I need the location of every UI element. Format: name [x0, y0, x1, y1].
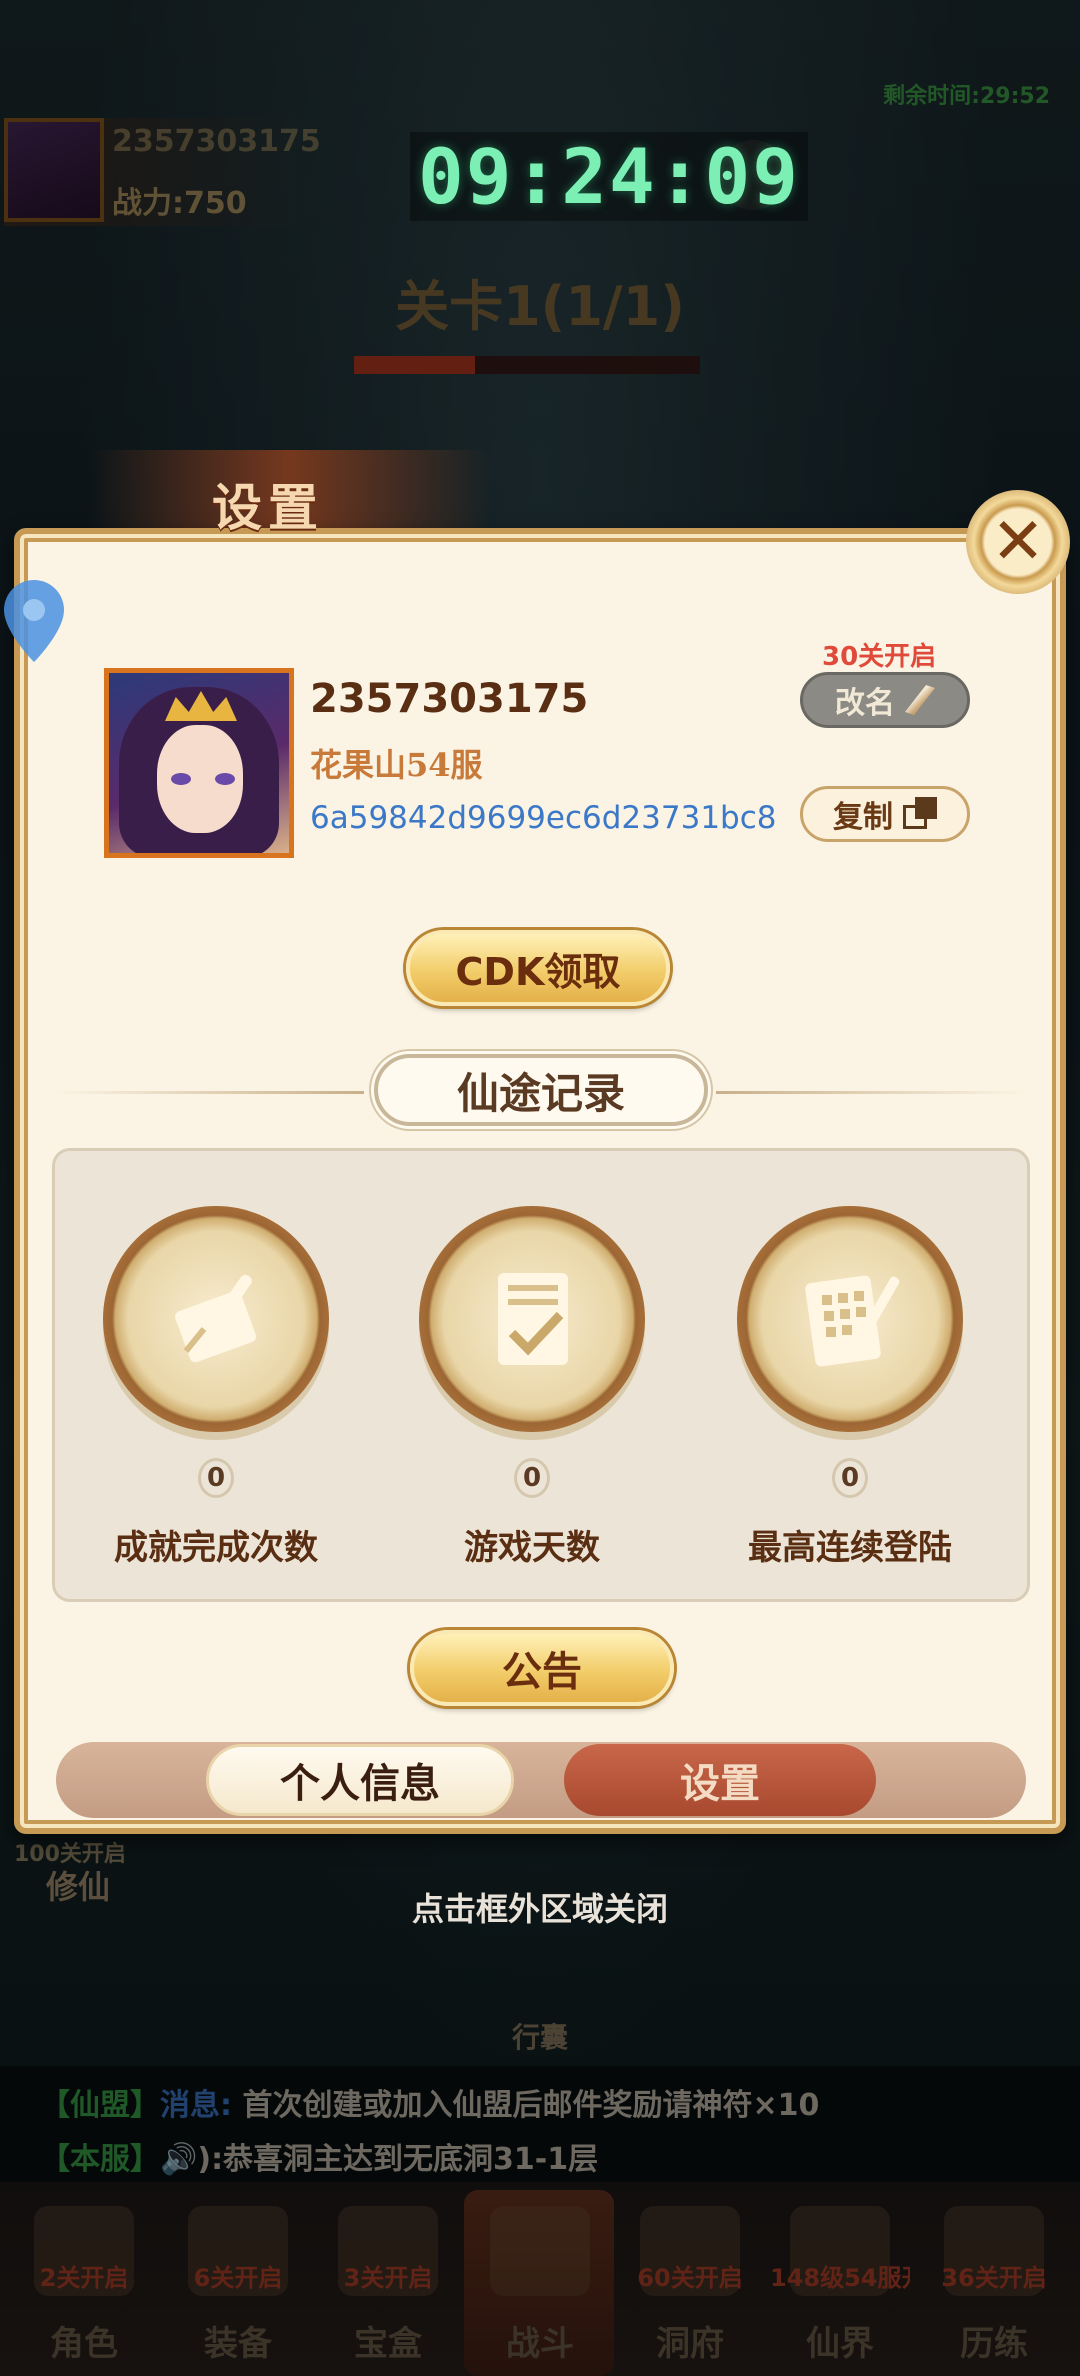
- location-pin-icon[interactable]: [0, 574, 68, 666]
- tab-settings[interactable]: 设置: [564, 1744, 876, 1816]
- avatar-eye: [215, 773, 235, 785]
- section-divider-left: [54, 1091, 364, 1094]
- close-hint: 点击框外区域关闭: [411, 1890, 668, 1928]
- stat-play-days: 0 游戏天数: [412, 1206, 652, 1569]
- cdk-redeem-button[interactable]: CDK领取: [406, 930, 670, 1006]
- rename-label: 改名: [835, 686, 895, 721]
- server-name: 花果山54服: [310, 746, 483, 784]
- player-avatar[interactable]: [104, 668, 294, 858]
- close-button[interactable]: ✕: [966, 490, 1070, 594]
- days-medal: [419, 1206, 645, 1432]
- close-icon: ✕: [991, 505, 1045, 579]
- section-divider-right: [716, 1091, 1026, 1094]
- achievement-medal: [103, 1206, 329, 1432]
- avatar-eye: [171, 773, 191, 785]
- player-uid: 2357303175: [310, 676, 589, 722]
- rename-unlock-tip: 30关开启: [822, 642, 937, 672]
- copy-icon: [903, 797, 937, 831]
- dialog-title: 设置: [212, 478, 324, 537]
- streak-medal: [737, 1206, 963, 1432]
- checklist-icon: [498, 1273, 568, 1365]
- open-id: 6a59842d9699ec6d23731bc8: [310, 800, 777, 836]
- rename-button[interactable]: 改名: [800, 672, 970, 728]
- stat-label: 成就完成次数: [114, 1528, 318, 1568]
- stat-value: 0: [832, 1458, 868, 1498]
- copy-button[interactable]: 复制: [800, 786, 970, 842]
- stat-login-streak: 0 最高连续登陆: [730, 1206, 970, 1569]
- stat-achievements: 0 成就完成次数: [96, 1206, 336, 1569]
- copy-label: 复制: [833, 800, 893, 835]
- announcement-button[interactable]: 公告: [410, 1630, 674, 1706]
- tab-personal-info[interactable]: 个人信息: [206, 1744, 514, 1816]
- calendar-brush-icon: [805, 1275, 900, 1367]
- brush-icon: [905, 685, 935, 715]
- dialog-tab-bar: [56, 1742, 1026, 1818]
- countdown-timer: 09:24:09: [410, 132, 809, 221]
- section-title: 仙途记录: [374, 1054, 708, 1126]
- stat-label: 最高连续登陆: [748, 1528, 952, 1568]
- stat-value: 0: [198, 1458, 234, 1498]
- stat-label: 游戏天数: [464, 1528, 600, 1568]
- scroll-brush-icon: [175, 1274, 257, 1363]
- stat-value: 0: [514, 1458, 550, 1498]
